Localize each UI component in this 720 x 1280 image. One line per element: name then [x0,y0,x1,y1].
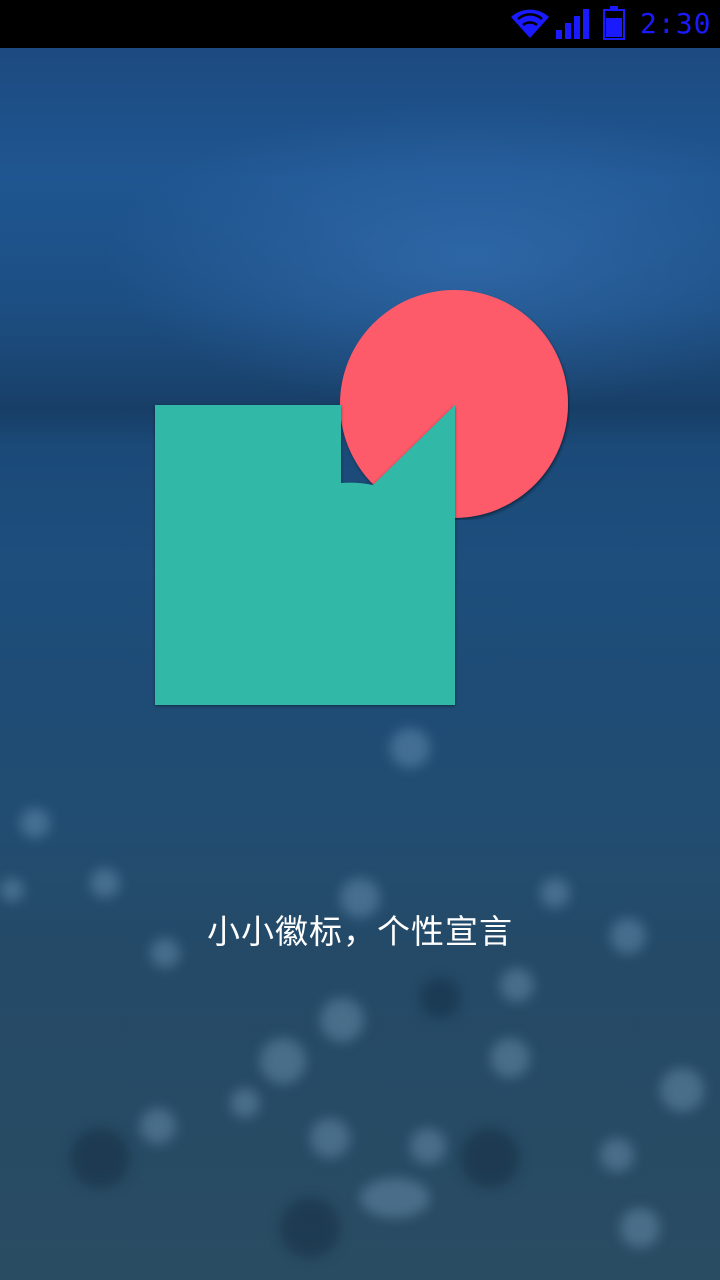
status-bar: 2:30 [0,0,720,48]
tagline: 小小徽标，个性宣言 [207,912,513,951]
splash-screen: 2:30 小小徽标，个性宣言 [0,0,720,1280]
wifi-icon [511,9,549,38]
square-shape [155,405,455,705]
signal-icon [556,9,589,39]
logo-square [155,405,455,705]
battery-icon [603,6,625,40]
status-time: 2:30 [640,7,712,40]
